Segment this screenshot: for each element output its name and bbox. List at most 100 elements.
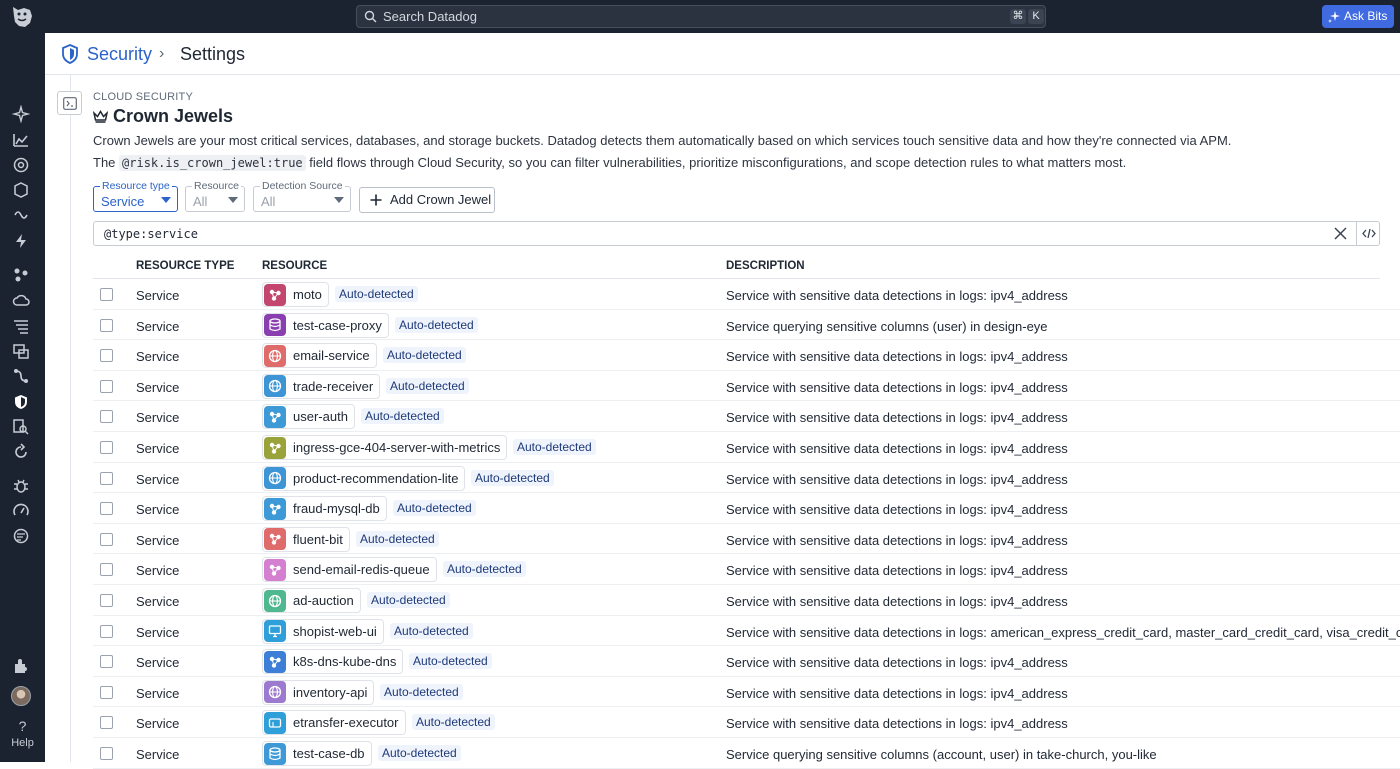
table-row[interactable]: Service test-case-db Auto-detected Service … — [93, 738, 1400, 769]
header-description[interactable]: DESCRIPTION — [726, 260, 805, 272]
table-row[interactable]: Service trade-receiver Auto-detected Servic… — [93, 371, 1400, 402]
resource-chip[interactable]: email-service — [262, 343, 377, 369]
resource-chip[interactable]: shopist-web-ui — [262, 618, 384, 644]
resource-name: moto — [293, 287, 322, 302]
datadog-logo-icon[interactable] — [8, 4, 36, 30]
ci-icon[interactable] — [12, 443, 30, 461]
table-row[interactable]: Service moto Auto-detected Service with sen… — [93, 279, 1400, 310]
add-crown-jewel-button[interactable]: Add Crown Jewel — [359, 187, 495, 213]
apm-icon[interactable] — [12, 206, 30, 224]
resource-type-cell: Service — [136, 685, 180, 701]
resource-type-cell: Service — [136, 349, 180, 365]
resource-chip[interactable]: ingress-gce-404-server-with-metrics — [262, 435, 508, 460]
resource-chip[interactable]: fluent-bit — [262, 526, 350, 552]
digital-experience-icon[interactable] — [12, 342, 30, 360]
resource-chip[interactable]: user-auth — [262, 404, 355, 430]
resource-chip[interactable]: fraud-mysql-db — [262, 496, 387, 522]
monitors-icon[interactable] — [12, 156, 30, 174]
resource-value: All — [193, 194, 208, 209]
table-row[interactable]: Service test-case-proxy Auto-detected Servi… — [93, 310, 1400, 341]
row-checkbox[interactable] — [100, 502, 113, 516]
main-content: Security › Settings CLOUD SECURITY Crown… — [45, 33, 1400, 769]
breadcrumb-security-link[interactable]: Security — [87, 44, 152, 65]
help-nav-item[interactable]: ? Help — [0, 718, 45, 749]
resource-chip[interactable]: trade-receiver — [262, 373, 381, 399]
table-row[interactable]: Service send-email-redis-queue Auto-detect… — [93, 554, 1400, 585]
resource-name: fraud-mysql-db — [293, 501, 380, 517]
close-icon[interactable] — [1334, 227, 1347, 240]
detection-source-select[interactable]: Detection Source All — [253, 180, 351, 212]
extensions-icon[interactable] — [12, 657, 30, 675]
resource-chip[interactable]: send-email-redis-queue — [262, 557, 437, 583]
header-resource-type[interactable]: RESOURCE TYPE — [136, 260, 234, 272]
row-checkbox[interactable] — [100, 716, 113, 730]
resource-name: trade-receiver — [293, 378, 374, 394]
table-row[interactable]: Service k8s-dns-kube-dns Auto-detected Serv… — [93, 646, 1400, 677]
table-row[interactable]: Service user-auth Auto-detected Service wit… — [93, 401, 1400, 432]
row-checkbox[interactable] — [100, 685, 113, 699]
description-cell: Service with sensitive data detections i… — [726, 532, 1068, 548]
table-row[interactable]: Service inventory-api Auto-detected Service… — [93, 677, 1400, 708]
table-row[interactable]: Service fraud-mysql-db Auto-detected Servic… — [93, 493, 1400, 524]
code-view-button[interactable] — [1356, 222, 1380, 245]
row-checkbox[interactable] — [100, 624, 113, 638]
resource-chip[interactable]: test-case-db — [262, 741, 372, 766]
performance-icon[interactable] — [12, 502, 30, 520]
collapse-panel-button[interactable] — [57, 91, 82, 115]
resource-name: send-email-redis-queue — [293, 562, 430, 578]
integrations-icon[interactable] — [12, 367, 30, 385]
dashboards-icon[interactable] — [12, 131, 30, 149]
resource-chip[interactable]: etransfer-executor — [262, 710, 406, 736]
table-row[interactable]: Service ingress-gce-404-server-with-metri… — [93, 432, 1400, 463]
events-icon[interactable] — [12, 232, 30, 250]
row-checkbox[interactable] — [100, 379, 113, 393]
sessions-icon[interactable] — [12, 527, 30, 545]
cloud-icon[interactable] — [12, 291, 30, 309]
resource-chip[interactable]: k8s-dns-kube-dns — [262, 649, 404, 675]
resource-chip[interactable]: test-case-proxy — [262, 312, 389, 338]
row-checkbox[interactable] — [100, 349, 113, 363]
row-checkbox[interactable] — [100, 655, 113, 669]
query-search-bar[interactable]: @type:service — [93, 221, 1380, 246]
security-nav-icon[interactable] — [12, 393, 30, 411]
resource-chip[interactable]: inventory-api — [262, 679, 375, 705]
table-row[interactable]: Service ad-auction Auto-detected Service wi… — [93, 585, 1400, 616]
resource-chip[interactable]: moto — [262, 282, 329, 307]
shield-icon — [62, 44, 78, 64]
table-row[interactable]: Service shopist-web-ui Auto-detected Servic… — [93, 616, 1400, 647]
logs-icon[interactable] — [12, 317, 30, 335]
table-row[interactable]: Service etransfer-executor Auto-detected Se… — [93, 707, 1400, 738]
description-cell: Service with sensitive data detections i… — [726, 288, 1068, 303]
resource-chip[interactable]: ad-auction — [262, 588, 361, 613]
table-row[interactable]: Service product-recommendation-lite Auto-d… — [93, 463, 1400, 494]
globe-icon — [264, 375, 286, 398]
row-checkbox[interactable] — [100, 563, 113, 577]
row-checkbox[interactable] — [100, 441, 113, 454]
resource-name: inventory-api — [293, 684, 368, 700]
resource-type-label: Resource type — [100, 180, 172, 192]
resource-select[interactable]: Resource All — [185, 180, 245, 212]
row-checkbox[interactable] — [100, 410, 113, 424]
infrastructure-icon[interactable] — [12, 181, 30, 199]
breadcrumb: Security › Settings — [45, 33, 1400, 75]
bug-icon[interactable] — [12, 477, 30, 495]
table-row[interactable]: Service email-service Auto-detected Service… — [93, 340, 1400, 371]
resource-chip[interactable]: product-recommendation-lite — [262, 465, 466, 491]
ask-bits-button[interactable]: Ask Bits — [1322, 5, 1394, 28]
search-input[interactable]: Search Datadog ⌘ K — [356, 5, 1046, 28]
row-checkbox[interactable] — [100, 594, 113, 607]
header-resource[interactable]: RESOURCE — [262, 260, 327, 272]
user-avatar[interactable] — [11, 686, 31, 706]
investigate-icon[interactable] — [12, 418, 30, 436]
page-title: Settings — [180, 44, 246, 64]
row-checkbox[interactable] — [100, 288, 113, 301]
row-checkbox[interactable] — [100, 532, 113, 546]
service-mgmt-icon[interactable] — [12, 266, 30, 284]
table-row[interactable]: Service fluent-bit Auto-detected Service wi… — [93, 524, 1400, 555]
row-checkbox[interactable] — [100, 747, 113, 760]
resource-type-select[interactable]: Resource type Service — [93, 180, 178, 212]
row-checkbox[interactable] — [100, 471, 113, 485]
watchdog-icon[interactable] — [12, 105, 30, 123]
query-value: service — [147, 227, 198, 241]
row-checkbox[interactable] — [100, 318, 113, 332]
